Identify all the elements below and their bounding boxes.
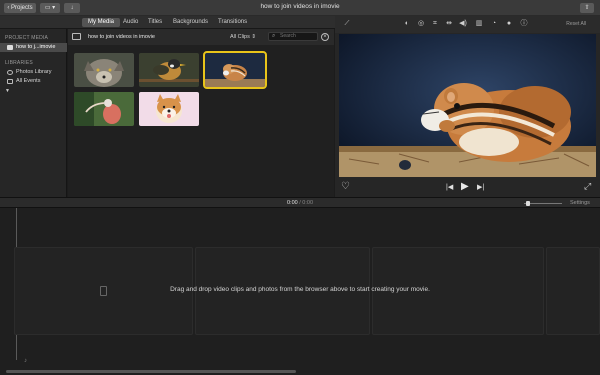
film-icon	[7, 45, 13, 50]
updown-icon: ⇕	[251, 34, 257, 40]
color-correction-icon[interactable]: ◎	[417, 20, 425, 28]
noise-reduction-icon[interactable]: ▥	[475, 20, 483, 28]
photos-icon	[7, 70, 13, 75]
stabilization-icon[interactable]: ⇹	[445, 20, 453, 28]
crop-icon[interactable]: ⌗	[431, 20, 439, 28]
zoom-slider-knob[interactable]	[526, 201, 530, 206]
search-icon: ⌕	[272, 33, 276, 39]
empty-timeline-message: Drag and drop video clips and photos fro…	[170, 286, 430, 293]
timeline-area[interactable]: Drag and drop video clips and photos fro…	[0, 208, 600, 375]
sidebar-item-all-events[interactable]: All Events	[0, 77, 67, 86]
clip-thumbnail-wolf[interactable]	[74, 53, 134, 87]
viewer-panel: ⟋ ◐ ◎ ⌗ ⇹ ◀) ▥ ◔ ● ⓘ Reset All ♡ |◀ ▶ ▶|…	[335, 16, 600, 197]
reset-all-button[interactable]: Reset All	[566, 21, 586, 27]
search-input[interactable]: ⌕ Search	[268, 32, 318, 41]
share-icon: ⇧	[584, 5, 590, 11]
horizontal-scrollbar[interactable]	[6, 370, 296, 373]
tab-audio[interactable]: Audio	[117, 18, 144, 27]
browser-title: how to join videos in imovie	[88, 34, 155, 40]
speed-icon[interactable]: ◔	[490, 20, 498, 28]
clip-filter-select[interactable]: All Clips ⇕	[230, 34, 256, 40]
clip-thumbnail-dog[interactable]	[139, 92, 199, 126]
skip-forward-icon[interactable]: ▶|	[477, 183, 484, 191]
tab-titles[interactable]: Titles	[142, 18, 168, 27]
viewer-image	[339, 34, 596, 177]
sidebar-item-photos-library[interactable]: Photos Library	[0, 68, 67, 77]
zoom-slider[interactable]	[524, 201, 562, 206]
fullscreen-icon[interactable]: ⤢	[584, 181, 591, 192]
skip-back-icon[interactable]: |◀	[446, 183, 453, 191]
project-media-heading: PROJECT MEDIA	[5, 35, 49, 41]
sidebar-toggle-icon[interactable]	[72, 33, 81, 40]
close-search-icon[interactable]: ×	[321, 33, 329, 41]
viewer-toolbar: ⟋ ◐ ◎ ⌗ ⇹ ◀) ▥ ◔ ● ⓘ Reset All	[335, 16, 600, 33]
timeline-header: 0:00 / 0:00 Settings	[0, 197, 600, 208]
clip-thumbnail-bird[interactable]	[139, 53, 199, 87]
libraries-heading: LIBRARIES	[5, 60, 33, 66]
title-bar: ‹ Projects ▭ ▾ ↓ how to join videos in i…	[0, 0, 600, 16]
window-title: how to join videos in imovie	[260, 3, 340, 10]
color-balance-icon[interactable]: ◐	[403, 20, 411, 28]
sidebar-item-project[interactable]: how to j...imovie	[0, 43, 67, 52]
tab-transitions[interactable]: Transitions	[212, 18, 253, 27]
playback-controls: ♡ |◀ ▶ ▶| ⤢	[335, 178, 600, 197]
tab-backgrounds[interactable]: Backgrounds	[167, 18, 214, 27]
audio-track-icon: ♪	[24, 358, 27, 364]
tab-my-media[interactable]: My Media	[82, 18, 121, 27]
play-icon[interactable]: ▶	[461, 181, 469, 192]
clip-thumbnail-ibis[interactable]	[74, 92, 134, 126]
info-icon[interactable]: ⓘ	[520, 20, 528, 28]
media-browser: how to join videos in imovie All Clips ⇕…	[68, 29, 334, 197]
clip-filter-icon[interactable]: ●	[505, 20, 513, 28]
disclosure-triangle-icon[interactable]: ▼	[5, 88, 10, 94]
settings-button[interactable]: Settings	[570, 200, 590, 206]
events-icon	[7, 79, 13, 84]
share-button[interactable]: ⇧	[580, 3, 594, 13]
magic-wand-icon[interactable]: ⟋	[343, 20, 351, 28]
libraries-sidebar: PROJECT MEDIA how to j...imovie LIBRARIE…	[0, 29, 67, 197]
volume-icon[interactable]: ◀)	[459, 20, 467, 28]
clip-thumbnail-chipmunk[interactable]	[203, 51, 267, 89]
timecode: 0:00 / 0:00	[286, 200, 314, 206]
favorite-heart-icon[interactable]: ♡	[341, 181, 350, 192]
browser-toolbar: how to join videos in imovie All Clips ⇕…	[68, 29, 334, 45]
